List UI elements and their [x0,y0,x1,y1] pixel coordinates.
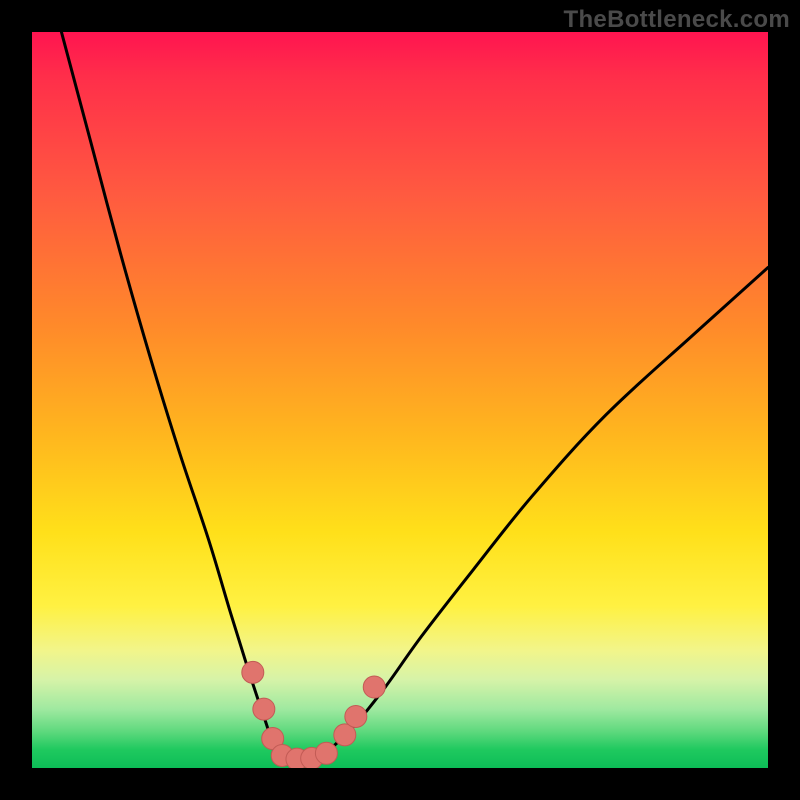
marker-left-cluster-mid [253,698,275,720]
marker-left-cluster-top [242,661,264,683]
watermark-text: TheBottleneck.com [564,6,790,34]
chart-svg [32,32,768,768]
chart-frame: TheBottleneck.com [0,0,800,800]
data-markers [242,661,385,768]
marker-right-cluster-top [363,676,385,698]
plot-area [32,32,768,768]
marker-right-cluster-mid [345,705,367,727]
marker-floor-4 [315,742,337,764]
bottleneck-curve [61,32,768,762]
